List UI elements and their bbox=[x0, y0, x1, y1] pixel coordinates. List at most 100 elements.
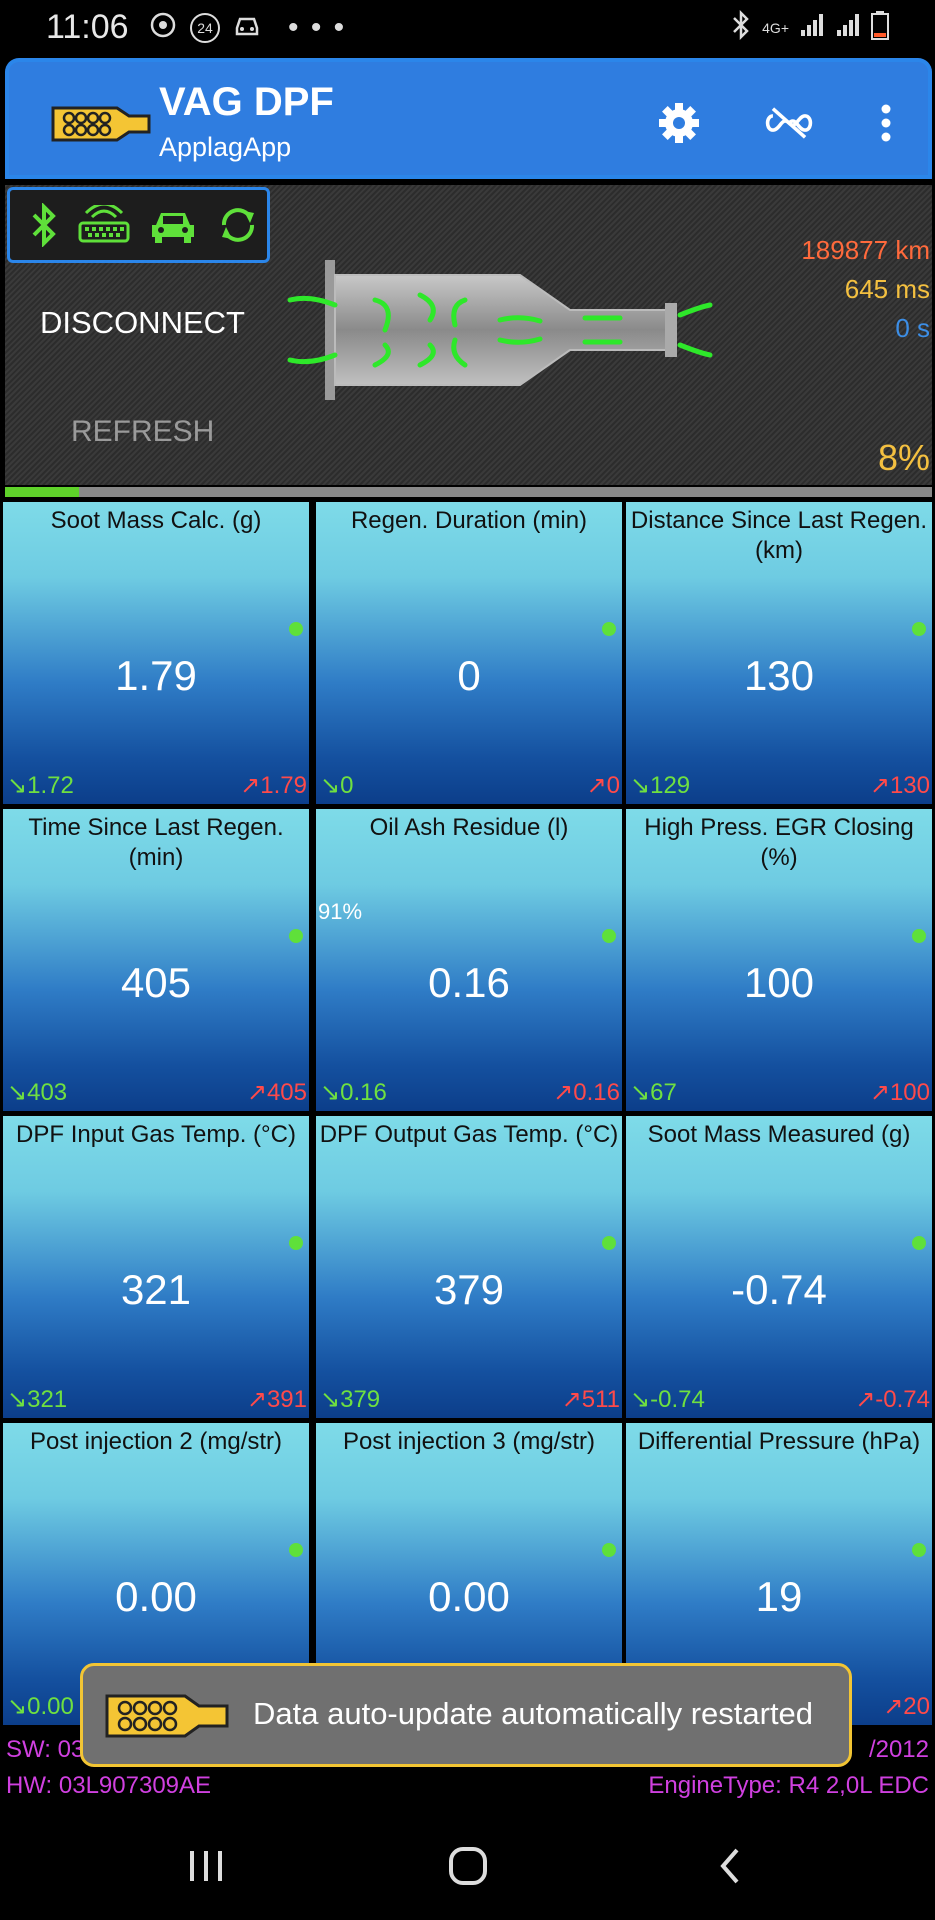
sensor-extra: 91% bbox=[318, 899, 363, 924]
status-dot-icon bbox=[602, 622, 616, 636]
toast-message: Data auto-update automatically restarted bbox=[253, 1696, 814, 1731]
app-bar: VAG DPF ApplagApp bbox=[5, 58, 932, 179]
refresh-button[interactable]: REFRESH bbox=[71, 415, 214, 449]
sensor-title: Soot Mass Measured (g) bbox=[647, 1121, 911, 1148]
sensor-max: ↗130 bbox=[869, 772, 930, 799]
sensor-tile[interactable]: DPF Input Gas Temp. (°C) 321 ↘321 ↗391 bbox=[3, 1116, 309, 1418]
sensor-max: ↗20 bbox=[883, 1693, 930, 1720]
status-dot-icon bbox=[912, 1543, 926, 1557]
sensor-value: 1.79 bbox=[115, 652, 197, 699]
car-icon bbox=[232, 10, 262, 45]
24h-icon: 24 bbox=[190, 12, 220, 43]
sensor-max: ↗391 bbox=[246, 1386, 307, 1413]
dpf-logo-icon bbox=[103, 1684, 233, 1753]
sensor-max: ↗1.79 bbox=[240, 772, 307, 799]
sensor-min: ↘321 bbox=[7, 1386, 68, 1413]
sensor-value: 0 bbox=[457, 652, 481, 699]
auto-update-off-button[interactable] bbox=[764, 98, 814, 148]
elapsed-time-value: 0 s bbox=[895, 313, 930, 343]
recent-apps-button[interactable] bbox=[176, 1836, 236, 1896]
status-bar: 11:06 24 • • • 4G+ bbox=[0, 0, 935, 56]
sensor-tile[interactable]: Time Since Last Regen. (min) 405 ↘403 ↗405 bbox=[3, 809, 309, 1111]
4g-icon: 4G+ bbox=[762, 19, 789, 36]
app-title: VAG DPF bbox=[159, 80, 334, 124]
sensor-title: High Press. EGR Closing (%) bbox=[644, 814, 914, 871]
sensor-value: -0.74 bbox=[731, 1266, 827, 1313]
status-dot-icon bbox=[912, 622, 926, 636]
status-dot-icon bbox=[602, 929, 616, 943]
sensor-min: ↘0.16 bbox=[320, 1079, 387, 1106]
status-dot-icon bbox=[289, 929, 303, 943]
sensor-value: 100 bbox=[743, 959, 815, 1006]
sensor-tile[interactable]: Regen. Duration (min) 0 ↘0 ↗0 bbox=[316, 502, 622, 804]
home-button[interactable] bbox=[438, 1836, 498, 1896]
odometer-value: 189877 km bbox=[801, 235, 930, 265]
signal-icon bbox=[799, 12, 825, 43]
app-bar-inner: VAG DPF ApplagApp bbox=[9, 62, 928, 175]
status-dot-icon bbox=[289, 1236, 303, 1250]
signal-icon bbox=[835, 12, 861, 43]
back-button[interactable] bbox=[700, 1836, 760, 1896]
status-dot-icon bbox=[602, 1543, 616, 1557]
sensor-tile[interactable]: DPF Output Gas Temp. (°C) 379 ↘379 ↗511 bbox=[316, 1116, 622, 1418]
sensor-min: ↘379 bbox=[320, 1386, 381, 1413]
sensor-max: ↗0 bbox=[586, 772, 620, 799]
sensor-min: ↘-0.74 bbox=[630, 1386, 705, 1413]
obd-adapter-icon bbox=[78, 205, 130, 243]
sensor-min: ↘0 bbox=[320, 772, 354, 799]
sensor-tile[interactable]: Soot Mass Measured (g) -0.74 ↘-0.74 ↗-0.74 bbox=[626, 1116, 932, 1418]
connected-devices-icon bbox=[148, 10, 178, 45]
sensor-tile[interactable]: Oil Ash Residue (l) 91% 0.16 ↘0.16 ↗0.16 bbox=[316, 809, 622, 1111]
status-dot-icon bbox=[289, 1543, 303, 1557]
back-icon bbox=[720, 1848, 739, 1884]
car-connected-icon bbox=[152, 213, 194, 243]
sensor-max: ↗511 bbox=[561, 1386, 620, 1413]
sensor-min: ↘1.72 bbox=[7, 772, 74, 799]
sensor-tile[interactable]: High Press. EGR Closing (%) 100 ↘67 ↗100 bbox=[626, 809, 932, 1111]
sensor-tile[interactable]: Soot Mass Calc. (g) 1.79 ↘1.72 ↗1.79 bbox=[3, 502, 309, 804]
status-time: 11:06 bbox=[46, 8, 129, 46]
sensor-value: 0.00 bbox=[115, 1573, 197, 1620]
dpf-filter-graphic bbox=[280, 255, 720, 410]
sensor-max: ↗100 bbox=[869, 1079, 930, 1106]
disconnect-button[interactable]: DISCONNECT bbox=[40, 305, 245, 341]
hardware-version: HW: 03L907309AE bbox=[6, 1772, 212, 1799]
sensor-value: 19 bbox=[755, 1573, 803, 1620]
overflow-menu-button[interactable] bbox=[861, 98, 911, 148]
sensor-value: 130 bbox=[743, 652, 815, 699]
sensor-tile[interactable]: Distance Since Last Regen. (km) 130 ↘129 ↗1… bbox=[626, 502, 932, 804]
sensor-value: 405 bbox=[120, 959, 192, 1006]
home-icon bbox=[449, 1847, 487, 1885]
status-dot-icon bbox=[289, 622, 303, 636]
toast-notification: Data auto-update automatically restarted bbox=[80, 1663, 852, 1767]
response-time-value: 645 ms bbox=[844, 274, 930, 304]
connection-status-icons bbox=[7, 187, 270, 263]
sensor-title: Soot Mass Calc. (g) bbox=[50, 507, 262, 534]
sensor-max: ↗-0.74 bbox=[855, 1386, 930, 1413]
status-icons-left: 24 • • • bbox=[148, 10, 346, 45]
sensor-title: DPF Input Gas Temp. (°C) bbox=[16, 1121, 296, 1148]
sensor-value: 0.00 bbox=[428, 1573, 510, 1620]
refresh-status-icon bbox=[222, 208, 254, 242]
sensor-max: ↗405 bbox=[246, 1079, 307, 1106]
bluetooth-icon bbox=[730, 9, 752, 45]
sensor-min: ↘0.00 bbox=[7, 1693, 74, 1720]
sensor-title: Regen. Duration (min) bbox=[350, 507, 588, 534]
dpf-progress-bar bbox=[5, 487, 932, 497]
sensor-title: Post injection 3 (mg/str) bbox=[342, 1428, 596, 1455]
app-subtitle: ApplagApp bbox=[159, 132, 292, 162]
software-version: SW: 03 bbox=[6, 1736, 85, 1763]
sensor-min: ↘403 bbox=[7, 1079, 68, 1106]
sensor-title: DPF Output Gas Temp. (°C) bbox=[319, 1121, 619, 1148]
settings-button[interactable] bbox=[654, 98, 704, 148]
sensor-title: Oil Ash Residue (l) bbox=[369, 814, 569, 841]
dpf-progress-fill bbox=[5, 487, 80, 497]
sensor-min: ↘129 bbox=[630, 772, 691, 799]
status-dot-icon bbox=[602, 1236, 616, 1250]
loop-off-icon bbox=[765, 107, 813, 139]
battery-low-icon bbox=[871, 10, 889, 45]
more-notifications-icon: • • • bbox=[288, 10, 347, 44]
engine-type: EngineType: R4 2,0L EDC bbox=[648, 1772, 929, 1799]
sensor-title: Time Since Last Regen. (min) bbox=[28, 814, 284, 871]
sensor-value: 321 bbox=[120, 1266, 192, 1313]
